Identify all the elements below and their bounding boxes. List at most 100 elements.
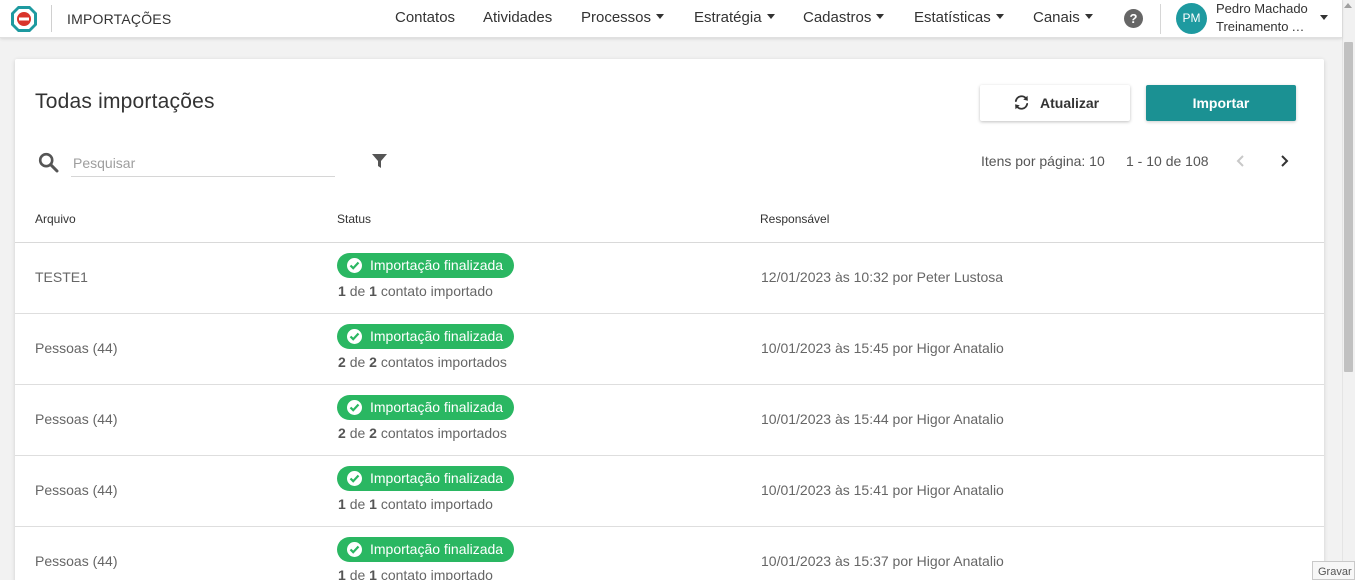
nav-label: Estatísticas [914, 9, 991, 26]
scrollbar-thumb[interactable] [1344, 42, 1353, 372]
page-title: Todas importações [35, 90, 215, 113]
file-name: Pessoas (44) [35, 340, 118, 356]
nav-label: Processos [581, 9, 652, 26]
status-badge: Importação finalizada [337, 466, 515, 491]
scroll-up-arrow-icon[interactable] [1344, 3, 1352, 8]
top-navigation-bar: IMPORTAÇÕES Contatos Atividades Processo… [0, 0, 1342, 38]
nav-label: Contatos [395, 9, 456, 26]
check-circle-icon [347, 400, 362, 415]
nav-label: Atividades [483, 9, 553, 26]
count-connector: de [349, 425, 366, 441]
nav-atividades[interactable]: Atividades [483, 9, 552, 26]
total-number: 1 [369, 283, 377, 299]
file-name: Pessoas (44) [35, 553, 118, 569]
caret-down-icon [656, 14, 665, 19]
pagination-range: 1 - 10 de 108 [1126, 153, 1209, 169]
table-row[interactable]: Pessoas (44) Importação finalizada 2 de … [15, 314, 1324, 385]
responsible-info: 10/01/2023 às 15:44 por Higor Anatalio [761, 411, 1004, 427]
status-badge: Importação finalizada [337, 395, 515, 420]
count-connector: de [349, 354, 366, 370]
imported-number: 1 [338, 496, 346, 512]
caret-down-icon [1084, 14, 1093, 19]
nav-canais[interactable]: Canais [1033, 9, 1093, 26]
user-menu-caret-icon[interactable] [1320, 15, 1328, 20]
refresh-button-label: Atualizar [1040, 95, 1100, 111]
status-text: Importação finalizada [370, 541, 504, 557]
count-connector: de [349, 496, 366, 512]
items-per-page-select[interactable]: Itens por página: 10 [981, 153, 1105, 169]
count-connector: de [349, 283, 366, 299]
status-text: Importação finalizada [370, 257, 504, 273]
nav-label: Cadastros [803, 9, 872, 26]
nav-processos[interactable]: Processos [581, 9, 665, 26]
file-name: Pessoas (44) [35, 482, 118, 498]
total-number: 1 [369, 567, 377, 580]
file-name: TESTE1 [35, 269, 88, 285]
imported-number: 2 [338, 425, 346, 441]
page-scrollbar[interactable] [1342, 0, 1355, 580]
filter-icon[interactable] [372, 154, 387, 169]
help-icon[interactable]: ? [1124, 9, 1143, 28]
import-count: 1 de 1 contato importado [338, 567, 493, 580]
total-number: 2 [369, 425, 377, 441]
nav-estatisticas[interactable]: Estatísticas [914, 9, 1004, 26]
refresh-button[interactable]: Atualizar [980, 85, 1130, 121]
chevron-left-icon[interactable] [1232, 151, 1250, 171]
responsible-info: 10/01/2023 às 15:45 por Higor Anatalio [761, 340, 1004, 356]
responsible-info: 10/01/2023 às 15:41 por Higor Anatalio [761, 482, 1004, 498]
user-organization[interactable]: Treinamento At... [1216, 19, 1312, 35]
count-suffix: contato importado [380, 567, 493, 580]
imported-number: 1 [338, 283, 346, 299]
refresh-icon [1014, 95, 1029, 110]
count-suffix: contatos importados [380, 425, 507, 441]
responsible-info: 12/01/2023 às 10:32 por Peter Lustosa [761, 269, 1004, 285]
status-text: Importação finalizada [370, 328, 504, 344]
table-row[interactable]: Pessoas (44) Importação finalizada 1 de … [15, 456, 1324, 527]
nav-estrategia[interactable]: Estratégia [694, 9, 775, 26]
table-row[interactable]: Pessoas (44) Importação finalizada 2 de … [15, 385, 1324, 456]
count-connector: de [349, 567, 366, 580]
table-row[interactable]: TESTE1 Importação finalizada 1 de 1 cont… [15, 243, 1324, 314]
import-count: 2 de 2 contatos importados [338, 354, 507, 370]
total-number: 1 [369, 496, 377, 512]
status-badge: Importação finalizada [337, 253, 515, 278]
nav-cadastros[interactable]: Cadastros [803, 9, 885, 26]
nav-label: Canais [1033, 9, 1080, 26]
search-icon[interactable] [38, 152, 59, 173]
check-circle-icon [347, 258, 362, 273]
imported-number: 1 [338, 567, 346, 580]
caret-down-icon [766, 14, 775, 19]
table-row[interactable]: Pessoas (44) Importação finalizada 1 de … [15, 527, 1324, 580]
header-divider [1160, 4, 1161, 34]
chevron-right-icon[interactable] [1275, 151, 1293, 171]
status-badge: Importação finalizada [337, 537, 515, 562]
module-title: IMPORTAÇÕES [67, 11, 172, 27]
caret-down-icon [876, 14, 885, 19]
check-circle-icon [347, 329, 362, 344]
column-header-responsible[interactable]: Responsável [760, 212, 829, 226]
count-suffix: contato importado [380, 496, 493, 512]
search-input[interactable] [71, 149, 335, 177]
nav-contatos[interactable]: Contatos [395, 9, 455, 26]
user-name[interactable]: Pedro Machado [1216, 1, 1308, 17]
avatar[interactable]: PM [1176, 3, 1207, 34]
responsible-info: 10/01/2023 às 15:37 por Higor Anatalio [761, 553, 1004, 569]
count-suffix: contato importado [380, 283, 493, 299]
column-header-status[interactable]: Status [337, 212, 371, 226]
imports-card: Todas importações Atualizar Importar Ite… [15, 59, 1324, 580]
header-divider [51, 5, 52, 32]
total-number: 2 [369, 354, 377, 370]
app-logo-icon[interactable] [10, 5, 38, 33]
status-badge: Importação finalizada [337, 324, 515, 349]
column-header-file[interactable]: Arquivo [35, 212, 76, 226]
import-count: 1 de 1 contato importado [338, 496, 493, 512]
record-widget[interactable]: Gravar [1312, 561, 1355, 580]
import-count: 1 de 1 contato importado [338, 283, 493, 299]
count-suffix: contatos importados [380, 354, 507, 370]
status-text: Importação finalizada [370, 470, 504, 486]
import-button[interactable]: Importar [1146, 85, 1296, 121]
imported-number: 2 [338, 354, 346, 370]
check-circle-icon [347, 471, 362, 486]
nav-label: Estratégia [694, 9, 762, 26]
caret-down-icon [995, 14, 1004, 19]
